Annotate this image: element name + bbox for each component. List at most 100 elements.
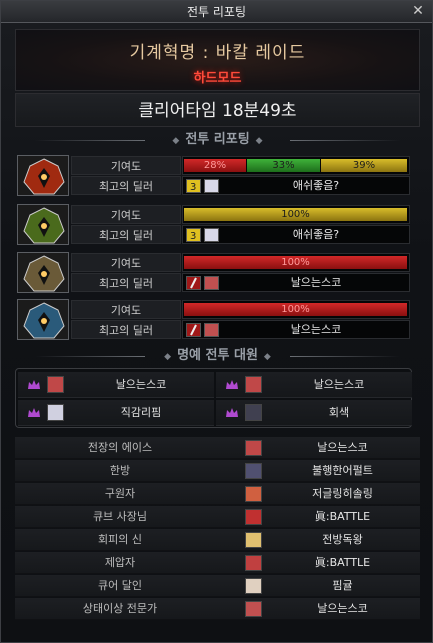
dark-hair-avatar [245, 404, 262, 421]
contribution-bar: 39% [321, 159, 407, 172]
character-avatar-icon [204, 323, 219, 337]
award-row: 상태이상 전문가 날으는스코 [15, 598, 420, 620]
top-dealer-name: 날으는스코 [290, 276, 342, 289]
top-dealer-name: 애쉬좋음? [292, 179, 340, 192]
crown-badge-icon [28, 408, 40, 418]
boss-portrait [17, 299, 69, 340]
boss-portrait [17, 252, 69, 293]
top-dealer-line: 최고의 딜러 날으는스코 [71, 320, 410, 339]
character-avatar-icon [245, 509, 262, 525]
contribution-bar: 33% [247, 159, 320, 172]
raid-name: 기계혁명 : 바칼 레이드 [129, 43, 306, 63]
award-winner-name: 날으는스코 [317, 441, 368, 454]
honor-members-box: 날으는스코 날으는스코직감리핌 회색 [15, 368, 412, 428]
red-hair-avatar [47, 376, 64, 393]
top-dealer-label: 최고의 딜러 [71, 225, 181, 244]
honor-member[interactable]: 직감리핌 [18, 400, 214, 426]
honor-member[interactable]: 회색 [216, 400, 412, 426]
award-winner-name: 저글링히솔링 [312, 487, 373, 500]
character-avatar-icon [245, 532, 262, 548]
honor-member-name: 날으는스코 [313, 378, 365, 391]
difficulty-label: 하드모드 [193, 71, 242, 86]
award-title: 회피의 신 [98, 533, 142, 546]
diamond-icon: ◆ [164, 352, 172, 362]
top-dealer-line: 최고의 딜러 날으는스코 [71, 273, 410, 292]
award-winner-name: 眞:BATTLE [314, 556, 371, 569]
clear-time: 클리어타임 18분49초 [15, 93, 420, 127]
character-avatar-icon [245, 601, 262, 617]
contribution-line: 기여도 100% [71, 300, 410, 319]
character-avatar-icon [245, 486, 262, 502]
contribution-bar: 100% [184, 208, 407, 221]
svg-text:3: 3 [190, 182, 196, 192]
award-row: 전장의 에이스 날으는스코 [15, 437, 420, 459]
awards-list: 전장의 에이스 날으는스코한방 불행한어펄트구원자 저글링히솔링큐브 사장님 眞:BAT… [15, 437, 420, 629]
white-hair-avatar [47, 404, 64, 421]
contribution-bar: 100% [184, 256, 407, 269]
contribution-bar: 28% [184, 159, 246, 172]
honor-member[interactable]: 날으는스코 [18, 372, 214, 398]
contribution-label: 기여도 [71, 300, 181, 319]
red-blade-class-icon [186, 276, 201, 290]
report-section-header: ◆ 전투 리포팅 ◆ [15, 129, 420, 151]
award-winner-name: 불행한어펄트 [312, 464, 373, 477]
boss-report-row: 기여도 28% 33% 39% 최고의 딜러 3 애쉬좋음? [17, 155, 410, 198]
contribution-line: 기여도 100% [71, 205, 410, 224]
title-bar: 전투 리포팅 ✕ [1, 1, 432, 23]
crown-badge-icon [28, 380, 40, 390]
battle-report-window: 전투 리포팅 ✕ 기계혁명 : 바칼 레이드 하드모드 클리어타임 18분49초… [0, 0, 433, 643]
award-winner-name: 핌귤 [332, 579, 353, 592]
boss-report-row: 기여도 100% 최고의 딜러 날으는스코 [17, 252, 410, 295]
honor-member[interactable]: 날으는스코 [216, 372, 412, 398]
character-avatar-icon [245, 440, 262, 456]
boss-report-row: 기여도 100% 최고의 딜러 3 애쉬좋음? [17, 204, 410, 247]
contribution-label: 기여도 [71, 156, 181, 175]
red-blade-class-icon [186, 323, 201, 337]
award-winner-name: 전방독왕 [322, 533, 363, 546]
award-title: 전장의 에이스 [87, 441, 153, 454]
contribution-label: 기여도 [71, 253, 181, 272]
boss-report-row: 기여도 100% 최고의 딜러 날으는스코 [17, 299, 410, 342]
yellow-3-class-icon: 3 [186, 228, 201, 242]
window-title: 전투 리포팅 [186, 5, 246, 19]
award-title: 구원자 [104, 487, 136, 500]
crown-badge-icon [226, 380, 238, 390]
svg-text:3: 3 [190, 231, 196, 241]
contribution-bar-track: 100% [182, 300, 410, 319]
top-dealer-label: 최고의 딜러 [71, 176, 181, 195]
award-title: 상태이상 전문가 [82, 602, 158, 615]
award-title: 큐브 사장님 [92, 510, 148, 523]
boss-portrait [17, 204, 69, 245]
contribution-bar-track: 28% 33% 39% [182, 156, 410, 175]
award-row: 한방 불행한어펄트 [15, 460, 420, 482]
report-section-title: 전투 리포팅 [185, 132, 250, 147]
top-dealer-body: 3 애쉬좋음? [182, 225, 410, 244]
crown-badge-icon [226, 408, 238, 418]
boss-portrait [17, 155, 69, 196]
top-dealer-line: 최고의 딜러 3 애쉬좋음? [71, 225, 410, 244]
honor-member-name: 회색 [328, 406, 350, 419]
raid-info-panel: 기계혁명 : 바칼 레이드 하드모드 [15, 29, 420, 91]
top-dealer-body: 날으는스코 [182, 273, 410, 292]
character-avatar-icon [204, 276, 219, 290]
diamond-icon: ◆ [263, 352, 271, 362]
character-avatar-icon [245, 555, 262, 571]
award-row: 큐어 달인 핌귤 [15, 575, 420, 597]
contribution-bar-track: 100% [182, 205, 410, 224]
character-avatar-icon [204, 228, 219, 242]
award-row: 제압자 眞:BATTLE [15, 552, 420, 574]
award-row: 회피의 신 전방독왕 [15, 529, 420, 551]
yellow-3-class-icon: 3 [186, 179, 201, 193]
character-avatar-icon [204, 179, 219, 193]
top-dealer-line: 최고의 딜러 3 애쉬좋음? [71, 176, 410, 195]
diamond-icon: ◆ [255, 136, 263, 146]
top-dealer-body: 날으는스코 [182, 320, 410, 339]
top-dealer-label: 최고의 딜러 [71, 320, 181, 339]
character-avatar-icon [245, 578, 262, 594]
honor-member-name: 직감리핌 [120, 406, 162, 419]
character-avatar-icon [245, 463, 262, 479]
close-icon[interactable]: ✕ [410, 3, 426, 19]
top-dealer-name: 날으는스코 [290, 323, 342, 336]
contribution-line: 기여도 100% [71, 253, 410, 272]
diamond-icon: ◆ [172, 136, 180, 146]
